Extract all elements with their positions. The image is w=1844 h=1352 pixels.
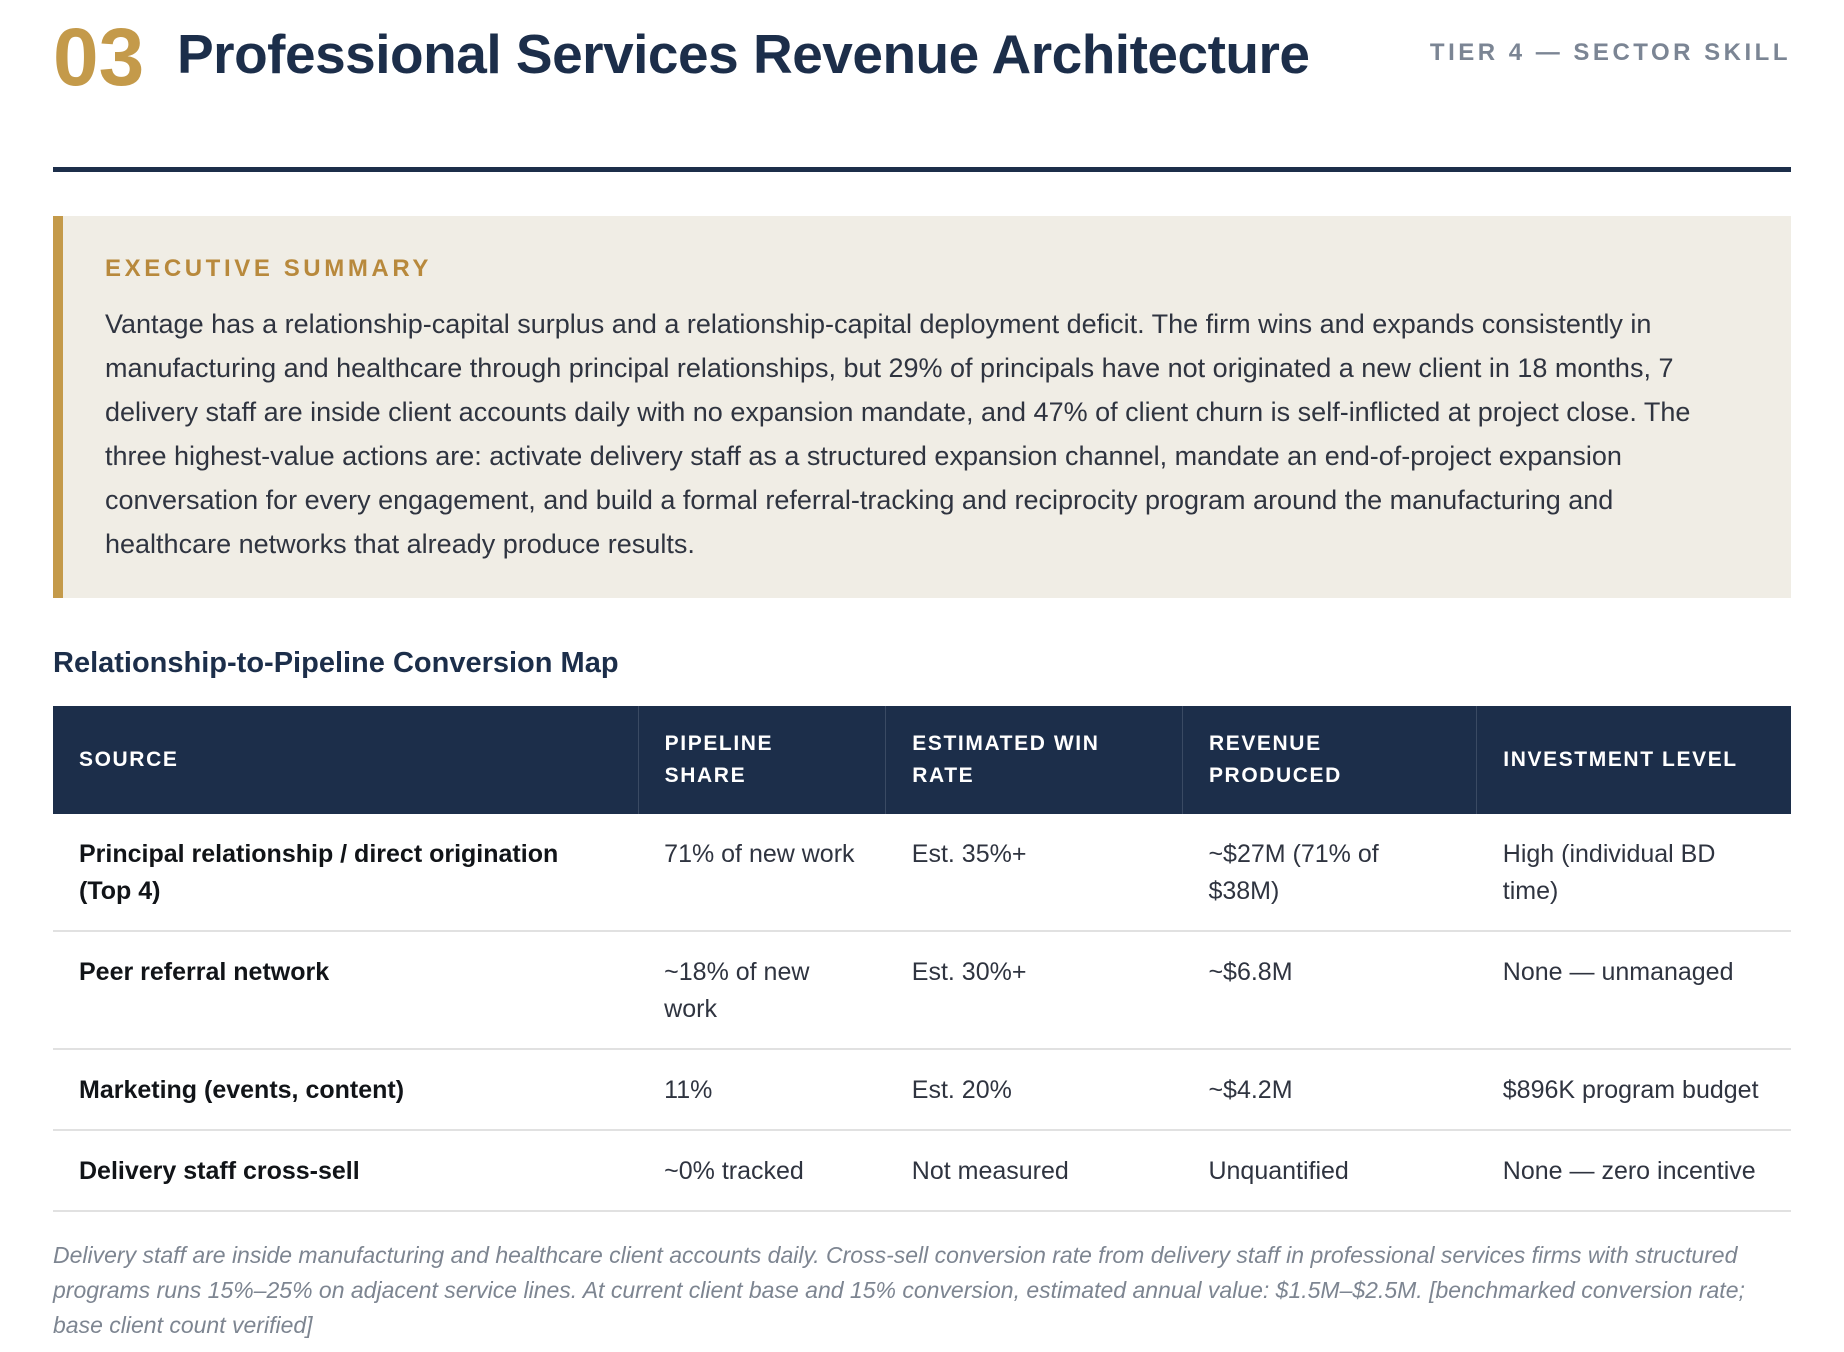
source-cell: Delivery staff cross-sell [53, 1130, 639, 1212]
table-header-row: SOURCE PIPELINE SHARE ESTIMATED WIN RATE… [53, 706, 1791, 814]
tier-label: TIER 4 — SECTOR SKILL [1429, 39, 1791, 66]
conversion-map-table: SOURCE PIPELINE SHARE ESTIMATED WIN RATE… [53, 706, 1791, 1212]
revenue-cell: ~$6.8M [1182, 931, 1477, 1050]
revenue-cell: Unquantified [1182, 1130, 1477, 1212]
column-header-pipeline-share: PIPELINE SHARE [637, 706, 886, 814]
column-header-revenue-produced: REVENUE PRODUCED [1181, 706, 1477, 814]
section-number: 03 [53, 12, 145, 103]
investment-cell: None — zero incentive [1476, 1130, 1791, 1212]
source-cell: Principal relationship / direct originat… [53, 814, 639, 932]
win-rate-cell: Est. 35%+ [885, 814, 1183, 932]
executive-summary-box: EXECUTIVE SUMMARY Vantage has a relation… [53, 216, 1791, 598]
table-footnote: Delivery staff are inside manufacturing … [53, 1242, 1745, 1338]
investment-cell: High (individual BD time) [1476, 814, 1791, 932]
pipeline-share-cell: 11% [638, 1049, 886, 1131]
pipeline-share-cell: 71% of new work [638, 814, 886, 932]
table-row: Peer referral network ~18% of new work E… [53, 931, 1791, 1050]
table-row: Principal relationship / direct originat… [53, 814, 1791, 932]
pipeline-share-cell: ~0% tracked [638, 1130, 886, 1212]
win-rate-cell: Est. 20% [885, 1049, 1183, 1131]
revenue-cell: ~$27M (71% of $38M) [1182, 814, 1477, 932]
executive-summary-text: Vantage has a relationship-capital surpl… [105, 309, 1691, 559]
revenue-cell: ~$4.2M [1182, 1049, 1477, 1131]
page: 03 Professional Services Revenue Archite… [0, 0, 1844, 1352]
column-header-source: SOURCE [53, 706, 639, 814]
executive-summary-label: EXECUTIVE SUMMARY [105, 255, 433, 282]
source-cell: Marketing (events, content) [53, 1049, 639, 1131]
source-cell: Peer referral network [53, 931, 639, 1050]
page-header: 03 Professional Services Revenue Archite… [53, 0, 1791, 172]
table-row: Marketing (events, content) 11% Est. 20%… [53, 1049, 1791, 1131]
table-row: Delivery staff cross-sell ~0% tracked No… [53, 1130, 1791, 1212]
column-header-investment-level: INVESTMENT LEVEL [1476, 706, 1791, 814]
win-rate-cell: Not measured [885, 1130, 1183, 1212]
investment-cell: $896K program budget [1476, 1049, 1791, 1131]
table-title: Relationship-to-Pipeline Conversion Map [53, 647, 619, 679]
win-rate-cell: Est. 30%+ [885, 931, 1183, 1050]
pipeline-share-cell: ~18% of new work [638, 931, 886, 1050]
column-header-estimated-win-rate: ESTIMATED WIN RATE [885, 706, 1183, 814]
investment-cell: None — unmanaged [1476, 931, 1791, 1050]
page-title: Professional Services Revenue Architectu… [177, 23, 1310, 85]
